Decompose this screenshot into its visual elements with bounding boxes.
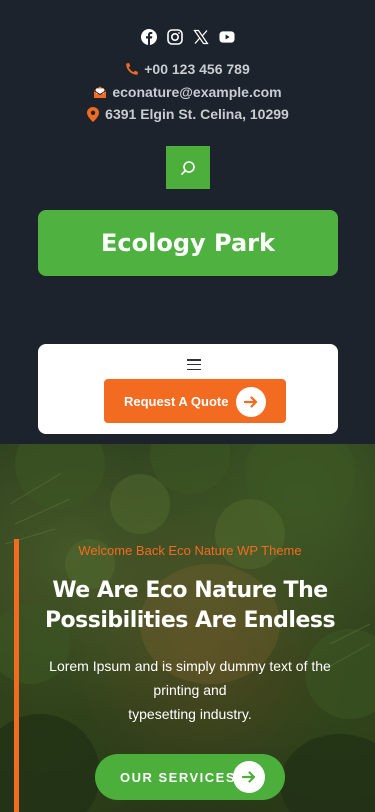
request-quote-label: Request A Quote <box>124 393 229 409</box>
hero-accent-bar <box>14 539 19 812</box>
our-services-button[interactable]: OUR SERVICES <box>95 754 285 800</box>
hero-eyebrow: Welcome Back Eco Nature WP Theme <box>78 543 302 558</box>
request-quote-button[interactable]: Request A Quote <box>104 379 286 423</box>
hero-title: We Are Eco Nature The Possibilities Are … <box>20 576 360 636</box>
arrow-right-icon <box>233 761 265 793</box>
instagram-icon[interactable] <box>166 27 183 47</box>
street-address: 6391 Elgin St. Celina, 10299 <box>105 106 289 122</box>
hamburger-menu-icon[interactable] <box>187 357 202 372</box>
youtube-icon[interactable] <box>218 27 235 47</box>
search-icon <box>181 160 195 175</box>
our-services-label: OUR SERVICES <box>120 769 237 785</box>
facebook-icon[interactable] <box>140 27 157 47</box>
email-line[interactable]: econature@example.com <box>0 84 375 100</box>
address-line: 6391 Elgin St. Celina, 10299 <box>0 106 375 122</box>
hero-text-line-2: printing and <box>153 682 227 698</box>
logo-text: Ecology Park <box>101 229 275 257</box>
social-links <box>0 27 375 47</box>
email-address: econature@example.com <box>112 84 282 100</box>
hero-description: Lorem Ipsum and is simply dummy text of … <box>30 654 350 726</box>
hero-title-line-1: We Are Eco Nature The <box>52 578 328 603</box>
nav-card: Request A Quote <box>38 344 338 434</box>
map-pin-icon <box>86 106 100 122</box>
phone-number: +00 123 456 789 <box>144 61 250 77</box>
phone-line[interactable]: +00 123 456 789 <box>0 61 375 77</box>
arrow-right-icon <box>236 387 266 417</box>
hero-text-line-3: typesetting industry. <box>128 706 252 722</box>
envelope-icon <box>93 85 107 99</box>
x-twitter-icon[interactable] <box>192 27 209 47</box>
phone-icon <box>125 62 139 76</box>
search-button[interactable] <box>166 146 210 189</box>
hero-section: Welcome Back Eco Nature WP Theme We Are … <box>0 444 375 812</box>
site-logo[interactable]: Ecology Park <box>38 210 338 276</box>
hero-text-line-1: Lorem Ipsum and is simply dummy text of … <box>49 658 331 674</box>
top-bar: +00 123 456 789 econature@example.com 63… <box>0 0 375 444</box>
hero-title-line-2: Possibilities Are Endless <box>44 608 336 633</box>
